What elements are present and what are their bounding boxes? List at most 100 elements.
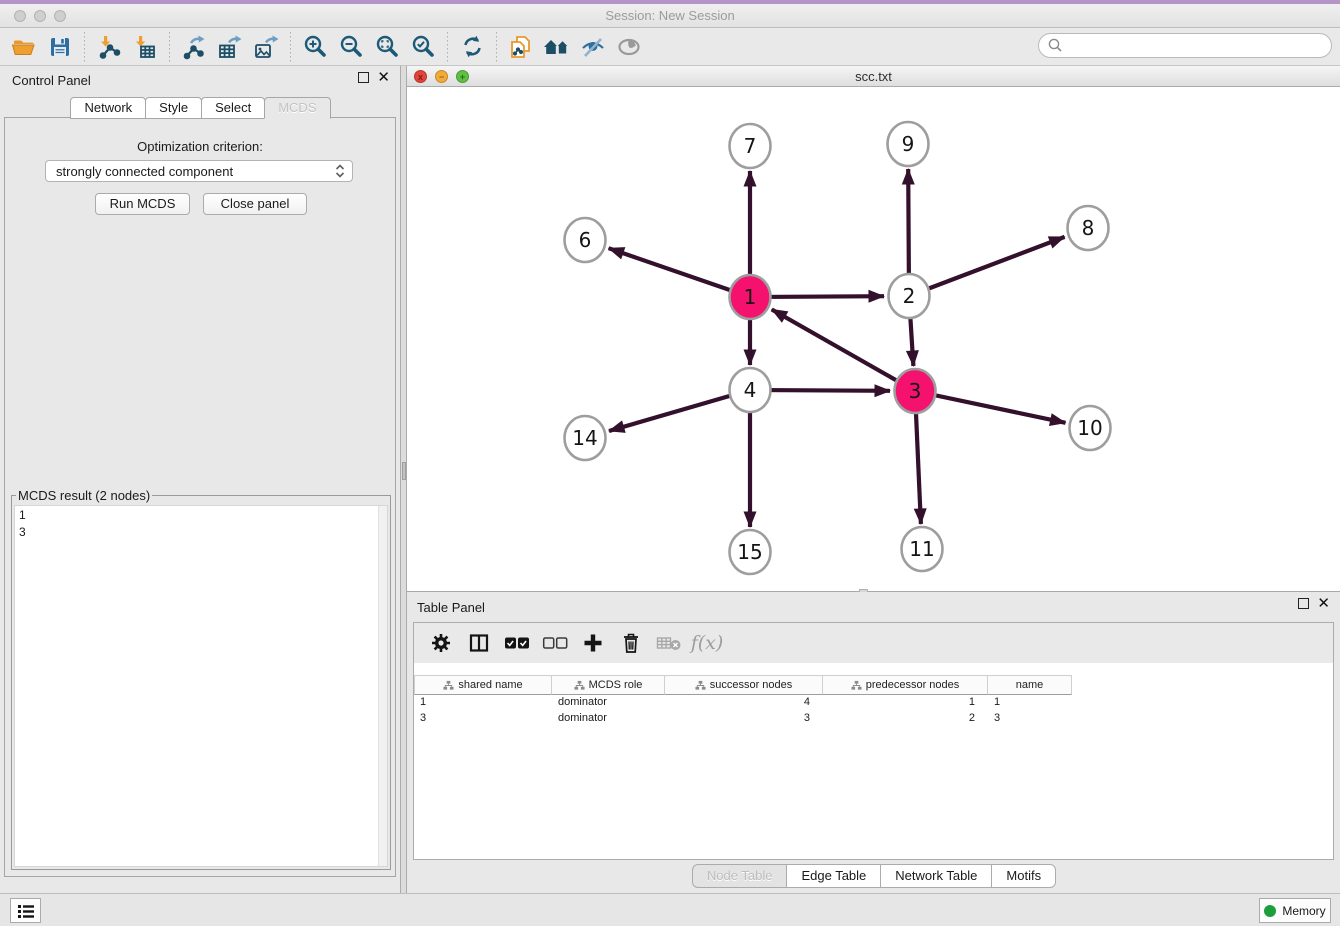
tab-network-table[interactable]: Network Table bbox=[880, 864, 992, 888]
close-panel-icon[interactable]: ✕ bbox=[377, 72, 390, 83]
select-all-checks-button[interactable] bbox=[500, 627, 534, 659]
table-rows: 1dominator4113dominator323 bbox=[414, 695, 1333, 727]
cell[interactable]: 1 bbox=[988, 695, 1072, 711]
network-graph[interactable]: 7 9 6 8 1 2 4 3 14 10 15 11 bbox=[407, 87, 1340, 591]
delete-table-button[interactable] bbox=[652, 627, 686, 659]
fx-icon: f(x) bbox=[691, 632, 724, 654]
column-header-MCDS-role[interactable]: MCDS role bbox=[552, 675, 665, 695]
cell[interactable]: dominator bbox=[552, 711, 665, 727]
open-session-button[interactable] bbox=[6, 31, 42, 63]
cell[interactable]: dominator bbox=[552, 695, 665, 711]
edge-2-8[interactable] bbox=[909, 237, 1065, 296]
table-row[interactable]: 3dominator323 bbox=[414, 711, 1333, 727]
add-row-button[interactable] bbox=[576, 627, 610, 659]
zoom-in-button[interactable] bbox=[297, 31, 333, 63]
zoom-selected-button[interactable] bbox=[405, 31, 441, 63]
column-header-shared-name[interactable]: shared name bbox=[414, 675, 552, 695]
main-toolbar bbox=[0, 28, 1340, 66]
deselect-all-checks-button[interactable] bbox=[538, 627, 572, 659]
task-history-button[interactable] bbox=[10, 898, 41, 923]
tab-edge-table[interactable]: Edge Table bbox=[786, 864, 881, 888]
cell[interactable]: 3 bbox=[414, 711, 552, 727]
node-6[interactable]: 6 bbox=[565, 218, 606, 262]
splitter-handle[interactable] bbox=[402, 462, 406, 480]
node-1[interactable]: 1 bbox=[730, 275, 771, 319]
cell[interactable]: 2 bbox=[823, 711, 988, 727]
toolbar-separator bbox=[447, 32, 448, 62]
delete-row-button[interactable] bbox=[614, 627, 648, 659]
node-11[interactable]: 11 bbox=[902, 527, 943, 571]
cell[interactable]: 1 bbox=[823, 695, 988, 711]
cell[interactable]: 1 bbox=[414, 695, 552, 711]
edge-3-1[interactable] bbox=[772, 309, 915, 391]
node-15[interactable]: 15 bbox=[730, 530, 771, 574]
gear-icon bbox=[430, 632, 452, 654]
zoom-out-button[interactable] bbox=[333, 31, 369, 63]
network-window-titlebar: x − + scc.txt bbox=[407, 66, 1340, 87]
tab-node-table[interactable]: Node Table bbox=[692, 864, 788, 888]
network-canvas[interactable]: 7 9 6 8 1 2 4 3 14 10 15 11 bbox=[407, 87, 1340, 591]
node-14[interactable]: 14 bbox=[565, 416, 606, 460]
search-box[interactable] bbox=[1038, 33, 1332, 58]
node-2[interactable]: 2 bbox=[889, 274, 930, 318]
node-3[interactable]: 3 bbox=[895, 369, 936, 413]
import-network-button[interactable] bbox=[91, 31, 127, 63]
node-10[interactable]: 10 bbox=[1070, 406, 1111, 450]
node-table: shared nameMCDS rolesuccessor nodesprede… bbox=[414, 663, 1333, 727]
import-network-icon bbox=[96, 34, 122, 60]
tab-style[interactable]: Style bbox=[145, 97, 202, 119]
zoom-fit-button[interactable] bbox=[369, 31, 405, 63]
result-scrollbar[interactable] bbox=[378, 506, 387, 866]
run-mcds-button[interactable]: Run MCDS bbox=[95, 193, 190, 215]
tab-mcds[interactable]: MCDS bbox=[264, 97, 330, 119]
table-row[interactable]: 1dominator411 bbox=[414, 695, 1333, 711]
cell[interactable]: 3 bbox=[988, 711, 1072, 727]
mcds-result-area[interactable]: 1 3 bbox=[14, 505, 388, 867]
table-settings-button[interactable] bbox=[424, 627, 458, 659]
node-4[interactable]: 4 bbox=[730, 368, 771, 412]
edge-1-6[interactable] bbox=[609, 248, 750, 297]
tab-network[interactable]: Network bbox=[70, 97, 146, 119]
show-columns-button[interactable] bbox=[462, 627, 496, 659]
cell[interactable]: 3 bbox=[665, 711, 823, 727]
float-panel-icon[interactable] bbox=[358, 72, 369, 83]
edge-3-10[interactable] bbox=[915, 391, 1066, 423]
export-image-button[interactable] bbox=[248, 31, 284, 63]
import-table-button[interactable] bbox=[127, 31, 163, 63]
show-graphics-details-button[interactable] bbox=[611, 31, 647, 63]
search-icon bbox=[1047, 37, 1064, 54]
node-table-container: f(x) shared nameMCDS rolesuccessor nodes… bbox=[413, 622, 1334, 860]
node-9[interactable]: 9 bbox=[888, 122, 929, 166]
refresh-button[interactable] bbox=[454, 31, 490, 63]
control-panel-tabs: NetworkStyleSelectMCDS bbox=[0, 97, 400, 119]
network-window-title: scc.txt bbox=[407, 69, 1340, 84]
table-panel-title: Table Panel bbox=[417, 600, 485, 615]
table-panel-tabs: Node TableEdge TableNetwork TableMotifs bbox=[407, 864, 1340, 888]
close-panel-button[interactable]: Close panel bbox=[203, 193, 307, 215]
clone-network-button[interactable] bbox=[503, 31, 539, 63]
float-table-panel-icon[interactable] bbox=[1298, 598, 1309, 609]
export-table-button[interactable] bbox=[212, 31, 248, 63]
node-7[interactable]: 7 bbox=[730, 124, 771, 168]
export-network-button[interactable] bbox=[176, 31, 212, 63]
tab-select[interactable]: Select bbox=[201, 97, 265, 119]
mcds-panel: Optimization criterion: strongly connect… bbox=[4, 117, 396, 877]
node-8[interactable]: 8 bbox=[1068, 206, 1109, 250]
save-session-button[interactable] bbox=[42, 31, 78, 63]
tab-motifs[interactable]: Motifs bbox=[991, 864, 1056, 888]
hide-selected-button[interactable] bbox=[575, 31, 611, 63]
zoom-in-icon bbox=[303, 34, 328, 59]
memory-button[interactable]: Memory bbox=[1259, 898, 1331, 923]
column-header-name[interactable]: name bbox=[988, 675, 1072, 695]
vertical-splitter[interactable] bbox=[400, 66, 407, 893]
first-neighbors-button[interactable] bbox=[539, 31, 575, 63]
criterion-select[interactable]: strongly connected component bbox=[45, 160, 353, 182]
search-input[interactable] bbox=[1064, 36, 1331, 56]
column-header-predecessor-nodes[interactable]: predecessor nodes bbox=[823, 675, 988, 695]
clone-network-icon bbox=[508, 34, 534, 60]
cell[interactable]: 4 bbox=[665, 695, 823, 711]
function-builder-button[interactable]: f(x) bbox=[690, 627, 724, 659]
close-table-panel-icon[interactable]: ✕ bbox=[1317, 598, 1330, 609]
column-header-successor-nodes[interactable]: successor nodes bbox=[665, 675, 823, 695]
edge-4-14[interactable] bbox=[609, 390, 750, 431]
